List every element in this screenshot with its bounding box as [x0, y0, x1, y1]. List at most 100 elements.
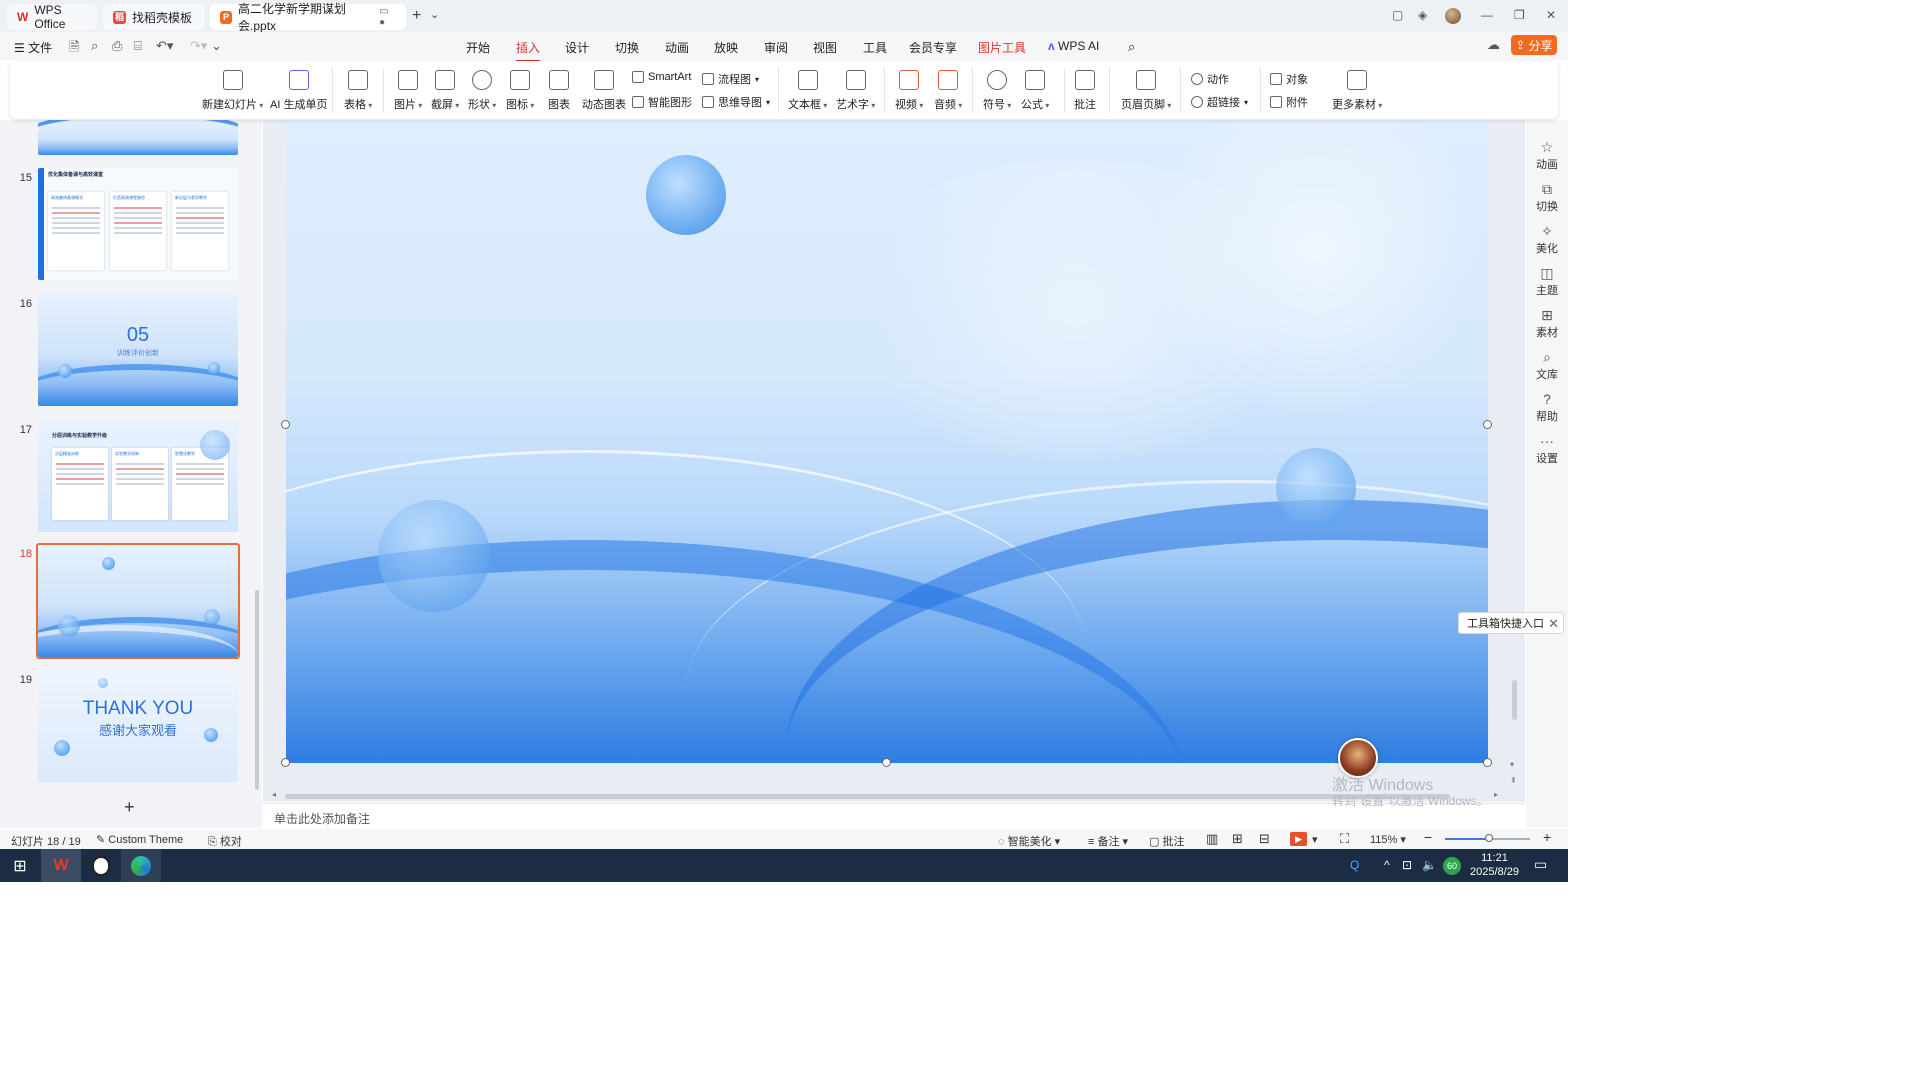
- hyperlink-button[interactable]: 超链接 ▾: [1191, 94, 1248, 110]
- smart-beautify-button[interactable]: ◌ 智能美化 ▾: [998, 833, 1060, 849]
- slide-thumbnail-18[interactable]: [38, 545, 238, 657]
- new-slide-button[interactable]: 新建幻灯片: [202, 70, 263, 112]
- proofread-button[interactable]: ⎘ 校对: [208, 833, 242, 849]
- window-layout-icon[interactable]: ▢: [1392, 8, 1403, 22]
- tab-review[interactable]: 审阅: [764, 39, 788, 56]
- add-slide-plus-icon[interactable]: +: [124, 797, 135, 818]
- tab-picture-tools[interactable]: 图片工具: [978, 39, 1026, 56]
- close-popup-icon[interactable]: ✕: [1548, 616, 1559, 632]
- format-painter-icon[interactable]: ⌕: [91, 38, 98, 54]
- clock[interactable]: 11:21 2025/8/29: [1470, 851, 1519, 879]
- wordart-button[interactable]: 艺术字: [836, 70, 875, 112]
- header-footer-button[interactable]: 页眉页脚: [1121, 70, 1171, 112]
- restore-icon[interactable]: ❐: [1514, 8, 1525, 22]
- screenshot-button[interactable]: 截屏: [431, 70, 459, 112]
- slide-thumbnail-19[interactable]: THANK YOU 感谢大家观看: [38, 670, 238, 782]
- new-tab-plus-icon[interactable]: +: [412, 7, 421, 25]
- reading-view-icon[interactable]: ⊟: [1259, 831, 1270, 847]
- smart-graphic-button[interactable]: 智能图形: [632, 94, 692, 110]
- slide-thumbnail-16[interactable]: 05 训练评价创新: [38, 294, 238, 406]
- scroll-down-icon[interactable]: ▾: [1510, 760, 1514, 769]
- tab-transition[interactable]: 切换: [615, 39, 639, 56]
- user-avatar[interactable]: [1445, 8, 1461, 24]
- taskbar-qq-icon[interactable]: [81, 849, 121, 882]
- slide-sorter-icon[interactable]: ⊞: [1232, 831, 1243, 847]
- save-icon[interactable]: 🗎: [69, 38, 79, 60]
- object-button[interactable]: 对象: [1270, 71, 1308, 87]
- horizontal-scrollbar[interactable]: [285, 794, 1450, 799]
- mindmap-button[interactable]: 思维导图 ▾: [702, 94, 770, 110]
- vertical-scrollbar[interactable]: [1512, 680, 1517, 720]
- tab-presentation[interactable]: P 高二化学新学期谋划会.pptx ▭ ●: [210, 2, 406, 33]
- tab-docer-templates[interactable]: 稻 找稻壳模板: [103, 4, 205, 30]
- windows-start-icon[interactable]: ⊞: [0, 849, 40, 882]
- thumbnail-scrollbar[interactable]: [255, 590, 259, 790]
- right-library-button[interactable]: ⌕ 文库: [1526, 350, 1568, 382]
- slide-thumbnail-15[interactable]: 优化集体备课与高效课堂 高效集体备课模式 打造高效课堂路径 新分层与差异教学: [38, 168, 238, 280]
- formula-button[interactable]: 公式: [1021, 70, 1049, 112]
- redo-icon[interactable]: ↷▾: [190, 38, 207, 54]
- tab-wps-ai[interactable]: ᴧ WPS AI: [1048, 39, 1099, 53]
- tab-view[interactable]: 视图: [813, 39, 837, 56]
- taskbar-wps-icon[interactable]: W: [41, 849, 81, 882]
- resize-handle[interactable]: [1483, 758, 1492, 767]
- undo-icon[interactable]: ↶▾: [156, 38, 173, 54]
- zoom-out-icon[interactable]: −: [1424, 829, 1432, 845]
- search-icon[interactable]: ⌕: [1128, 39, 1135, 55]
- play-slideshow-icon[interactable]: ▶: [1290, 832, 1307, 846]
- quick-access-more-icon[interactable]: ⌄: [211, 38, 222, 54]
- monitor-icon[interactable]: ▭ ●: [379, 6, 396, 28]
- tray-expand-icon[interactable]: ^: [1384, 858, 1390, 872]
- audio-button[interactable]: 音频: [934, 70, 962, 112]
- tab-wps-office[interactable]: W WPS Office: [7, 3, 97, 31]
- slideshow-dropdown-icon[interactable]: ▾: [1312, 833, 1318, 846]
- right-help-button[interactable]: ? 帮助: [1526, 392, 1568, 424]
- right-settings-button[interactable]: ··· 设置: [1526, 434, 1568, 466]
- close-icon[interactable]: ✕: [1546, 8, 1556, 22]
- dynamic-chart-button[interactable]: 动态图表: [582, 70, 626, 112]
- notes-toggle-button[interactable]: ≡ 备注 ▾: [1088, 833, 1128, 849]
- tab-insert[interactable]: 插入: [516, 39, 541, 62]
- slide-thumbnail-14[interactable]: [38, 120, 238, 155]
- resize-handle[interactable]: [281, 420, 290, 429]
- tray-qq-icon[interactable]: Q: [1350, 858, 1359, 872]
- prev-page-icon[interactable]: ⇞: [1510, 776, 1517, 785]
- cloud-sync-icon[interactable]: ☁: [1487, 37, 1500, 53]
- right-transition-button[interactable]: ⧉ 切换: [1526, 182, 1568, 214]
- right-material-button[interactable]: ⊞ 素材: [1526, 308, 1568, 340]
- normal-view-icon[interactable]: ▥: [1206, 831, 1218, 847]
- smartart-button[interactable]: SmartArt: [632, 71, 691, 83]
- fit-window-icon[interactable]: ⛶: [1340, 831, 1349, 847]
- table-button[interactable]: 表格: [344, 70, 372, 112]
- scroll-left-icon[interactable]: ◂: [272, 790, 276, 799]
- chart-button[interactable]: 图表: [548, 70, 570, 112]
- tab-tools[interactable]: 工具: [863, 39, 887, 56]
- ai-generate-page-button[interactable]: AI 生成单页: [270, 70, 327, 112]
- volume-icon[interactable]: 🔈: [1422, 858, 1437, 872]
- scroll-right-icon[interactable]: ▸: [1494, 790, 1498, 799]
- zoom-slider[interactable]: [1445, 834, 1530, 842]
- toolbox-shortcut-popup[interactable]: 工具箱快捷入口 ✕: [1458, 612, 1564, 634]
- more-material-button[interactable]: 更多素材: [1332, 70, 1382, 112]
- floating-assistant-avatar[interactable]: [1338, 738, 1378, 778]
- theme-button[interactable]: ✎ Custom Theme: [96, 833, 183, 846]
- slide-18-background-image[interactable]: [286, 120, 1488, 763]
- tab-design[interactable]: 设计: [565, 39, 589, 56]
- network-icon[interactable]: ⊡: [1402, 858, 1412, 872]
- minimize-icon[interactable]: —: [1481, 8, 1493, 22]
- slide-thumbnail-17[interactable]: 分层训练与实验教学升级 分层精准训练 实验教学创新 智慧化教学: [38, 420, 238, 532]
- icon-button[interactable]: 图标: [506, 70, 534, 112]
- print-icon[interactable]: ⎙: [112, 38, 122, 54]
- zoom-level[interactable]: 115% ▾: [1370, 833, 1406, 846]
- action-button[interactable]: 动作: [1191, 71, 1229, 87]
- video-button[interactable]: 视频: [895, 70, 923, 112]
- picture-button[interactable]: 图片: [394, 70, 422, 112]
- tab-slideshow[interactable]: 放映: [714, 39, 738, 56]
- symbol-button[interactable]: 符号: [983, 70, 1011, 112]
- zoom-in-icon[interactable]: +: [1543, 829, 1551, 845]
- tab-home[interactable]: 开始: [466, 39, 490, 56]
- file-menu[interactable]: ☰ 文件: [14, 39, 52, 56]
- tab-animation[interactable]: 动画: [665, 39, 689, 56]
- right-theme-button[interactable]: ◫ 主题: [1526, 266, 1568, 298]
- tab-member[interactable]: 会员专享: [909, 39, 957, 56]
